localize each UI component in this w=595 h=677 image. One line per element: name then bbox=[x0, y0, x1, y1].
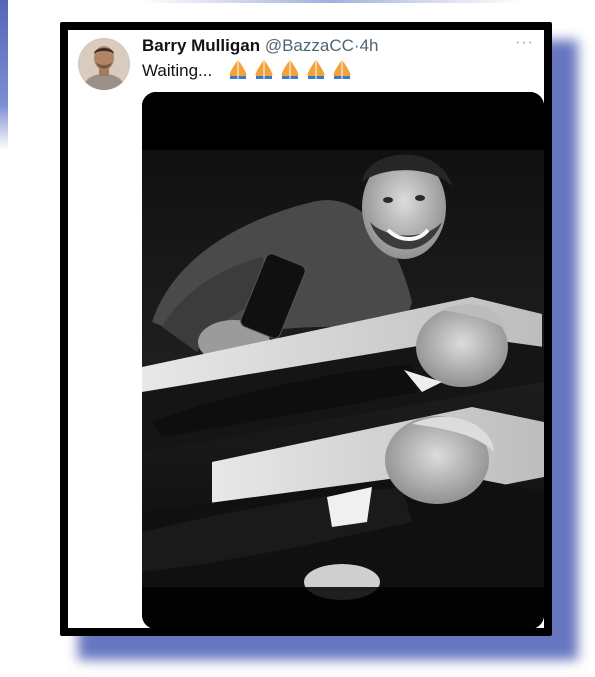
tweet-card: Barry Mulligan @BazzaCC·4h ··· Waiting..… bbox=[68, 30, 544, 629]
meme-image bbox=[142, 92, 544, 629]
avatar-portrait bbox=[78, 38, 130, 90]
avatar[interactable] bbox=[78, 38, 130, 90]
screenshot-page: Barry Mulligan @BazzaCC·4h ··· Waiting..… bbox=[0, 0, 595, 677]
author-name[interactable]: Barry Mulligan bbox=[142, 36, 260, 55]
decorative-edge-top bbox=[140, 0, 520, 3]
folded-hands-icon bbox=[255, 60, 273, 79]
folded-hands-icon bbox=[229, 60, 247, 79]
author-handle[interactable]: @BazzaCC bbox=[265, 36, 354, 55]
folded-hands-icon bbox=[281, 60, 299, 79]
folded-hands-icon bbox=[307, 60, 325, 79]
emoji-row bbox=[226, 57, 356, 83]
tweet-header: Barry Mulligan @BazzaCC·4h bbox=[142, 36, 378, 56]
decorative-edge-left bbox=[0, 0, 8, 150]
tweet-image[interactable] bbox=[142, 92, 544, 629]
tweet-timestamp[interactable]: 4h bbox=[360, 36, 379, 55]
tweet-text: Waiting... bbox=[142, 61, 213, 80]
more-options-icon[interactable]: ··· bbox=[515, 34, 534, 52]
folded-hands-icon bbox=[333, 60, 351, 79]
